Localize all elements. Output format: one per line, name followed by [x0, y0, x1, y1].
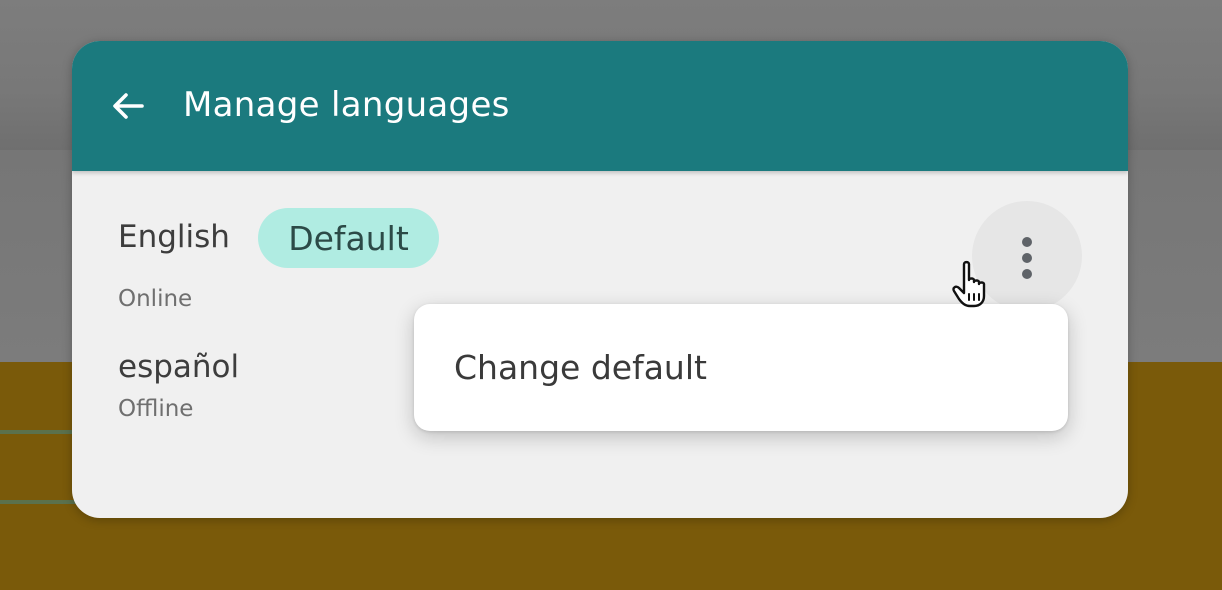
- language-status-english: Online: [118, 286, 193, 312]
- change-default-menu-item[interactable]: Change default: [414, 304, 1068, 431]
- more-vert-icon-dot: [1022, 269, 1032, 279]
- language-name-espanol: español: [118, 349, 240, 385]
- arrow-left-icon: [113, 93, 144, 119]
- language-status-espanol: Offline: [118, 396, 194, 422]
- background-stripe: [0, 500, 80, 504]
- default-badge: Default: [258, 208, 439, 268]
- language-name-english: English: [118, 219, 230, 255]
- hand-cursor-icon: [952, 260, 986, 308]
- background-stripe: [0, 430, 80, 434]
- back-button[interactable]: [104, 86, 152, 126]
- app-bar: Manage languages: [72, 41, 1128, 171]
- page-title: Manage languages: [183, 85, 510, 125]
- change-default-label: Change default: [454, 348, 707, 387]
- more-vert-icon: [1022, 237, 1032, 247]
- options-menu: Change default: [414, 304, 1068, 431]
- more-vert-icon-dot: [1022, 253, 1032, 263]
